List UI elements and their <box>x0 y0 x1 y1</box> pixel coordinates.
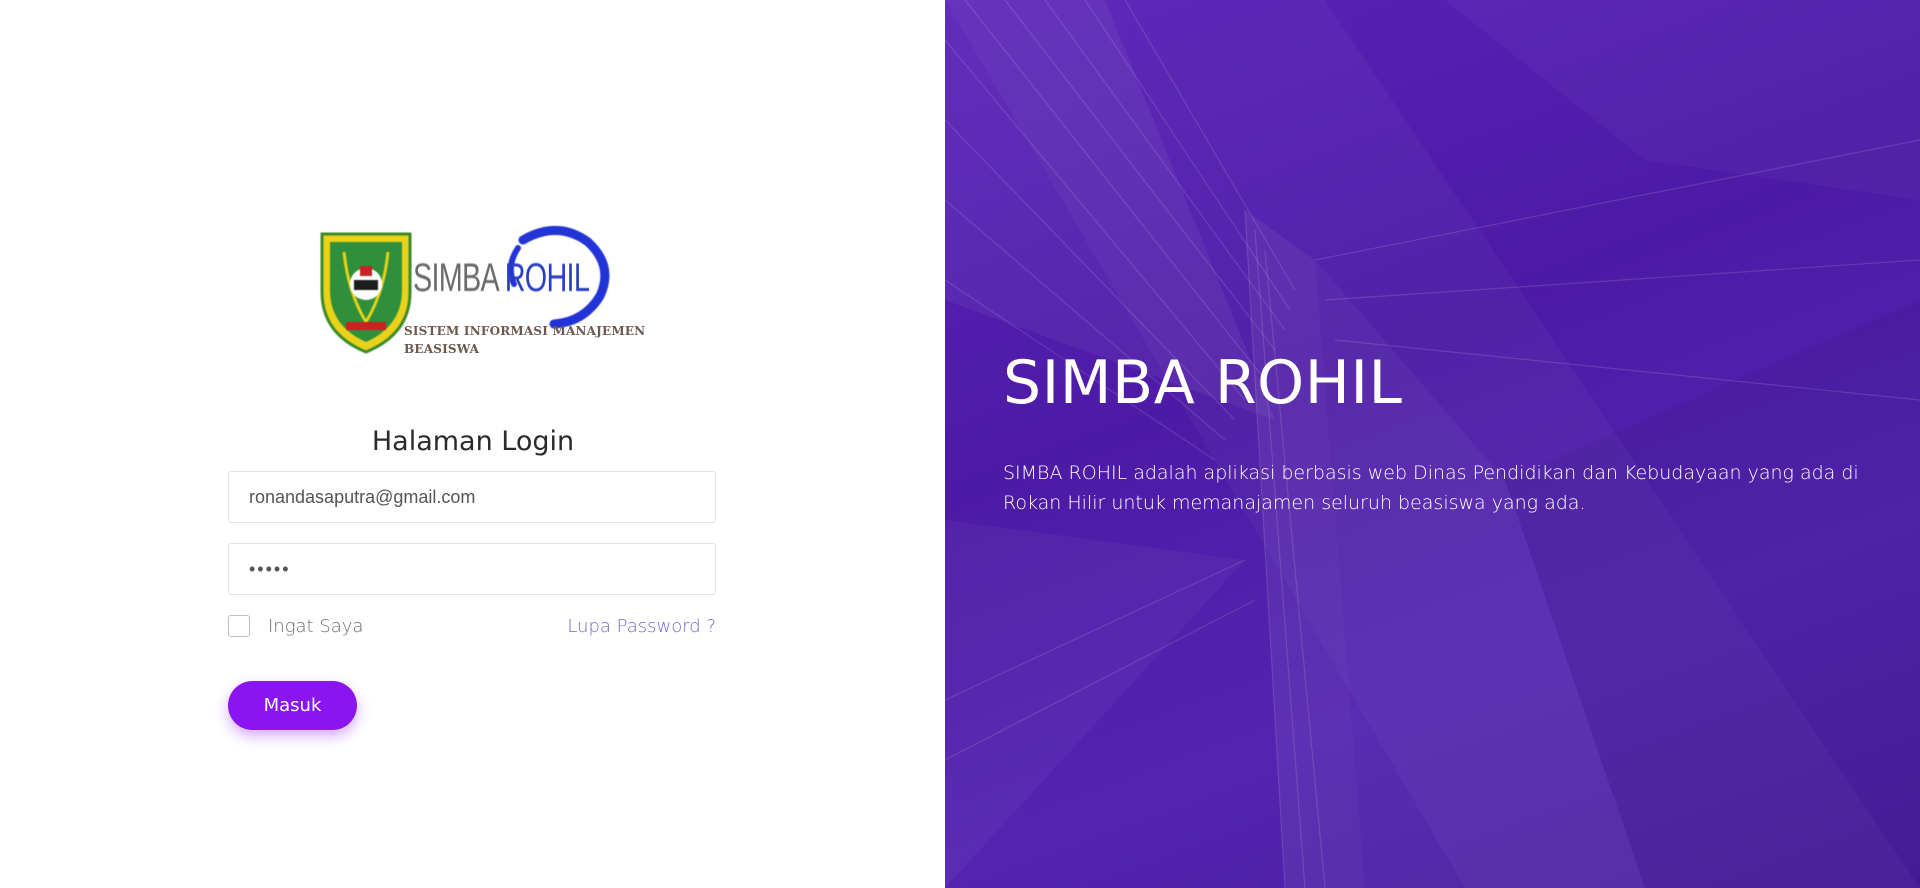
logo-subtitle: SISTEM INFORMASI MANAJEMEN BEASISWA <box>404 322 645 358</box>
hero-panel: SIMBA ROHIL SIMBA ROHIL adalah aplikasi … <box>945 0 1920 888</box>
hero-description: SIMBA ROHIL adalah aplikasi berbasis web… <box>1003 462 1859 514</box>
login-page: SIMBA ROHIL SISTEM INFORMASI MANAJEMEN B… <box>0 0 1920 888</box>
password-field[interactable] <box>228 543 716 595</box>
email-field[interactable] <box>228 471 716 523</box>
logo-title-rohil: ROHIL <box>504 256 590 300</box>
login-panel: SIMBA ROHIL SISTEM INFORMASI MANAJEMEN B… <box>0 0 945 888</box>
remember-label[interactable]: Ingat Saya <box>268 616 363 637</box>
logo-subtitle-line1: SISTEM INFORMASI MANAJEMEN <box>404 324 646 338</box>
logo-title: SIMBA ROHIL <box>413 256 590 301</box>
simba-rohil-logo: SIMBA ROHIL SISTEM INFORMASI MANAJEMEN B… <box>318 222 645 362</box>
logo-title-simba: SIMBA <box>413 256 505 300</box>
login-title: Halaman Login <box>371 426 575 457</box>
forgot-password-link[interactable]: Lupa Password ? <box>567 616 716 637</box>
remember-row: Ingat Saya Lupa Password ? <box>228 615 716 641</box>
login-button[interactable]: Masuk <box>228 681 357 730</box>
remember-checkbox[interactable] <box>228 615 250 637</box>
logo-subtitle-line2: BEASISWA <box>404 342 480 356</box>
architecture-background <box>945 0 1920 888</box>
hero-title: SIMBA ROHIL <box>1003 348 1403 418</box>
